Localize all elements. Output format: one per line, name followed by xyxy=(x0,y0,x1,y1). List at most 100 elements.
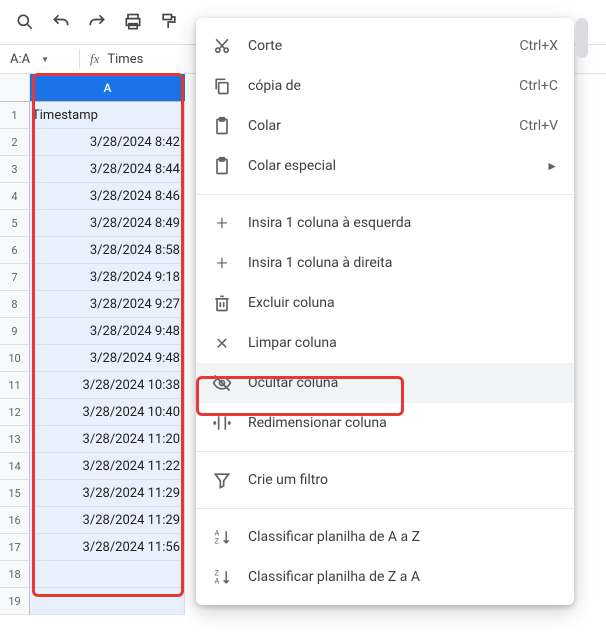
cell[interactable]: 3/28/2024 9:27 xyxy=(30,291,185,318)
cell[interactable]: 3/28/2024 8:58 xyxy=(30,237,185,264)
cell[interactable]: 3/28/2024 9:18 xyxy=(30,264,185,291)
scrollbar[interactable] xyxy=(576,18,588,58)
undo-icon[interactable] xyxy=(46,7,76,37)
row-header[interactable]: 17 xyxy=(0,534,30,561)
menu-label: Colar xyxy=(248,118,503,134)
svg-text:A: A xyxy=(215,577,220,586)
hide-icon xyxy=(212,373,232,393)
row-header[interactable]: 19 xyxy=(0,588,30,615)
menu-cut[interactable]: Corte Ctrl+X xyxy=(196,26,574,66)
cell[interactable]: 3/28/2024 11:56 xyxy=(30,534,185,561)
row-header[interactable]: 16 xyxy=(0,507,30,534)
menu-label: Classificar planilha de Z a A xyxy=(248,569,558,585)
paint-format-icon[interactable] xyxy=(154,7,184,37)
row-header[interactable]: 3 xyxy=(0,156,30,183)
row-header[interactable]: 14 xyxy=(0,453,30,480)
close-icon: ✕ xyxy=(212,334,232,353)
fx-label: fx xyxy=(90,51,99,67)
menu-label: Colar especial xyxy=(248,158,530,174)
plus-icon: + xyxy=(212,251,232,275)
menu-shortcut: Ctrl+V xyxy=(519,118,558,134)
row-header[interactable]: 15 xyxy=(0,480,30,507)
filter-icon xyxy=(212,470,232,490)
row-header[interactable]: 18 xyxy=(0,561,30,588)
menu-shortcut: Ctrl+X xyxy=(519,38,558,54)
row-header[interactable]: 4 xyxy=(0,183,30,210)
menu-delete-column[interactable]: Excluir coluna xyxy=(196,283,574,323)
cell[interactable]: 3/28/2024 8:49 xyxy=(30,210,185,237)
cell[interactable]: 3/28/2024 11:29 xyxy=(30,507,185,534)
cell[interactable]: 3/28/2024 11:20 xyxy=(30,426,185,453)
cell[interactable]: 3/28/2024 11:22 xyxy=(30,453,185,480)
menu-label: cópia de xyxy=(248,78,503,94)
sort-az-icon: AZ xyxy=(212,527,232,547)
column-header-a[interactable]: A xyxy=(30,74,185,102)
menu-sort-az[interactable]: AZ Classificar planilha de A a Z xyxy=(196,517,574,557)
menu-shortcut: Ctrl+C xyxy=(519,78,558,94)
context-menu: Corte Ctrl+X cópia de Ctrl+C Colar Ctrl+… xyxy=(196,18,574,605)
cell[interactable]: Timestamp xyxy=(30,102,185,129)
menu-insert-left[interactable]: + Insira 1 coluna à esquerda xyxy=(196,203,574,243)
row-header[interactable]: 11 xyxy=(0,372,30,399)
fx-value: Times xyxy=(107,52,143,67)
row-header[interactable]: 7 xyxy=(0,264,30,291)
resize-icon xyxy=(212,413,232,433)
cell[interactable]: 3/28/2024 8:44 xyxy=(30,156,185,183)
cell[interactable]: 3/28/2024 8:42 xyxy=(30,129,185,156)
row-header[interactable]: 6 xyxy=(0,237,30,264)
submenu-arrow-icon: ► xyxy=(546,159,558,173)
search-icon[interactable] xyxy=(10,7,40,37)
menu-hide-column[interactable]: Ocultar coluna xyxy=(196,363,574,403)
row-header[interactable]: 9 xyxy=(0,318,30,345)
menu-create-filter[interactable]: Crie um filtro xyxy=(196,460,574,500)
print-icon[interactable] xyxy=(118,7,148,37)
row-header[interactable]: 10 xyxy=(0,345,30,372)
menu-label: Ocultar coluna xyxy=(248,375,558,391)
row-header[interactable]: 1 xyxy=(0,102,30,129)
row-header[interactable]: 8 xyxy=(0,291,30,318)
cell[interactable]: 3/28/2024 9:48 xyxy=(30,345,185,372)
cut-icon xyxy=(212,36,232,56)
cell[interactable]: 3/28/2024 10:40 xyxy=(30,399,185,426)
sort-za-icon: ZA xyxy=(212,567,232,587)
paste-special-icon xyxy=(212,156,232,176)
menu-label: Excluir coluna xyxy=(248,295,558,311)
menu-label: Limpar coluna xyxy=(248,335,558,351)
menu-separator xyxy=(196,194,574,195)
menu-paste[interactable]: Colar Ctrl+V xyxy=(196,106,574,146)
menu-label: Insira 1 coluna à direita xyxy=(248,255,558,271)
row-header[interactable]: 12 xyxy=(0,399,30,426)
menu-label: Classificar planilha de A a Z xyxy=(248,529,558,545)
menu-label: Redimensionar coluna xyxy=(248,415,558,431)
paste-icon xyxy=(212,116,232,136)
cell[interactable]: 3/28/2024 9:48 xyxy=(30,318,185,345)
row-header[interactable]: 5 xyxy=(0,210,30,237)
row-header[interactable]: 13 xyxy=(0,426,30,453)
name-box-value: A:A xyxy=(10,52,30,67)
row-header[interactable]: 2 xyxy=(0,129,30,156)
cell[interactable]: 3/28/2024 11:29 xyxy=(30,480,185,507)
menu-sort-za[interactable]: ZA Classificar planilha de Z a A xyxy=(196,557,574,597)
plus-icon: + xyxy=(212,211,232,235)
copy-icon xyxy=(212,76,232,96)
menu-clear-column[interactable]: ✕ Limpar coluna xyxy=(196,323,574,363)
name-box[interactable]: A:A ▼ xyxy=(0,52,55,67)
cell[interactable]: 3/28/2024 8:46 xyxy=(30,183,185,210)
menu-paste-special[interactable]: Colar especial ► xyxy=(196,146,574,186)
menu-resize-column[interactable]: Redimensionar coluna xyxy=(196,403,574,443)
cell[interactable]: 3/28/2024 10:38 xyxy=(30,372,185,399)
menu-separator xyxy=(196,451,574,452)
menu-label: Corte xyxy=(248,38,503,54)
cell[interactable] xyxy=(30,561,185,588)
menu-copy[interactable]: cópia de Ctrl+C xyxy=(196,66,574,106)
cell[interactable] xyxy=(30,588,185,615)
menu-insert-right[interactable]: + Insira 1 coluna à direita xyxy=(196,243,574,283)
chevron-down-icon: ▼ xyxy=(41,55,49,64)
svg-text:Z: Z xyxy=(215,537,220,546)
redo-icon[interactable] xyxy=(82,7,112,37)
select-all-corner[interactable] xyxy=(0,74,30,102)
menu-label: Insira 1 coluna à esquerda xyxy=(248,215,558,231)
divider xyxy=(79,49,80,69)
trash-icon xyxy=(212,293,232,313)
menu-label: Crie um filtro xyxy=(248,472,558,488)
